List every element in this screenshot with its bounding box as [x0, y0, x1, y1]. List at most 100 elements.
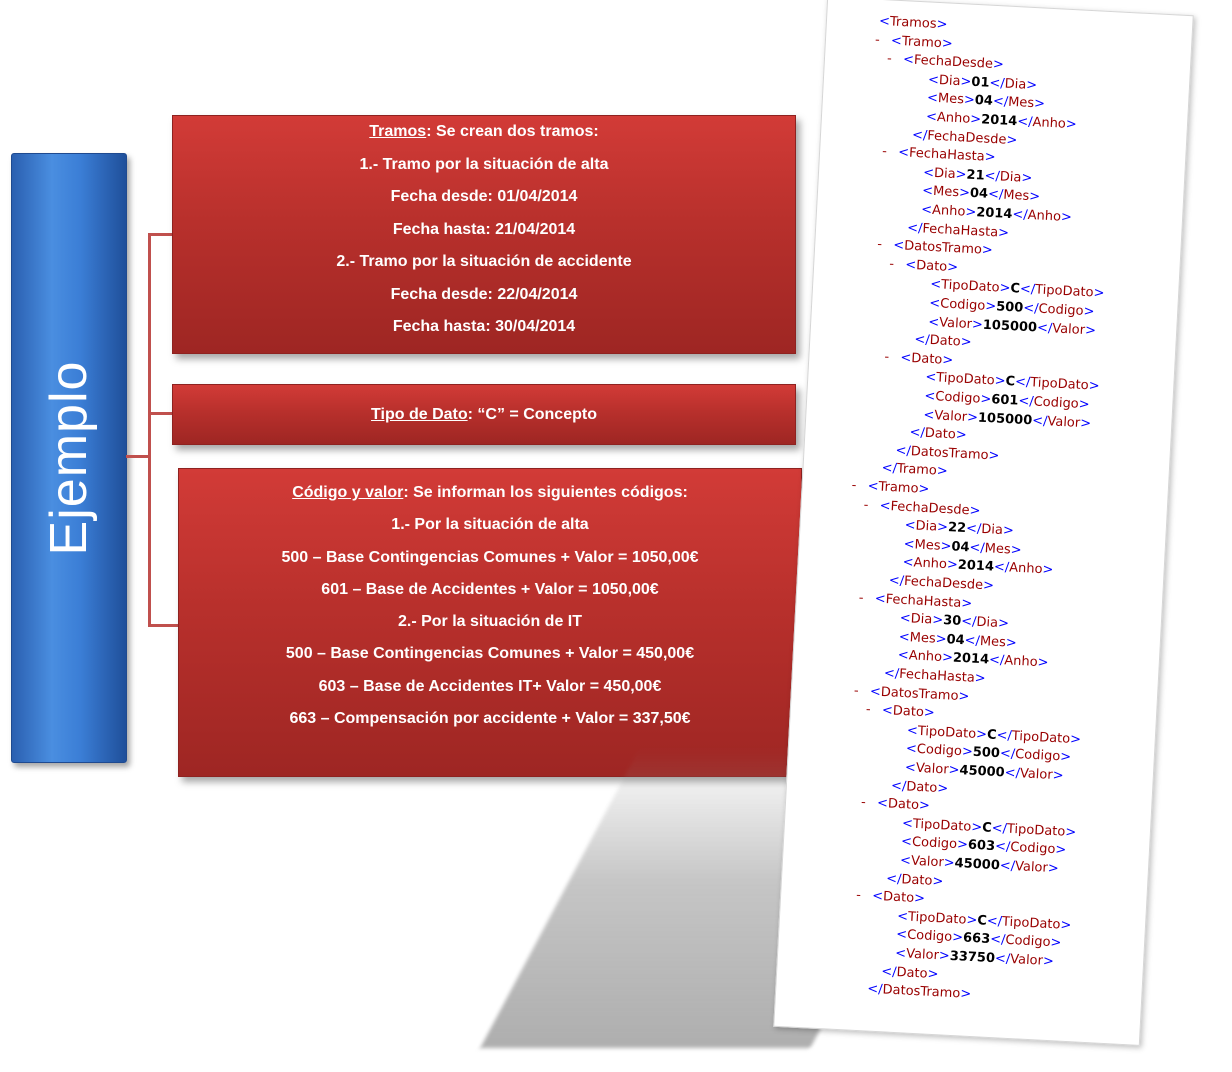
xml-bracket: > — [1050, 935, 1062, 952]
xml-value: 500 — [995, 299, 1024, 316]
xml-bracket: < — [876, 796, 889, 812]
xml-tag: Valor — [1047, 413, 1081, 431]
xml-bracket: > — [1079, 415, 1092, 432]
xml-tag: FechaDesde — [926, 128, 1007, 148]
xml-bracket: </ — [911, 127, 928, 144]
xml-bracket: > — [956, 837, 969, 854]
xml-value: 01 — [970, 74, 990, 91]
xml-tag: FechaHasta — [885, 591, 962, 611]
xml-bracket: > — [1060, 209, 1073, 226]
xml-value: 04 — [951, 539, 970, 556]
xml-bracket: < — [890, 33, 903, 49]
xml-value: 04 — [969, 186, 989, 203]
xml-tag: Valor — [905, 946, 940, 964]
xml-bracket: </ — [984, 168, 1001, 185]
xml-bracket: </ — [1004, 765, 1021, 782]
xml-tag: DatosTramo — [880, 684, 959, 704]
xml-line: <Dia>01</Dia> — [928, 72, 1038, 94]
xml-line: - <FechaDesde> — [887, 52, 1005, 73]
xml-collapse-toggle: - — [888, 256, 895, 272]
xml-bracket: < — [901, 815, 914, 832]
codigo-valor-line: 601 – Base de Accidentes + Valor = 1050,… — [321, 580, 659, 598]
xml-collapse-toggle: - — [865, 702, 872, 718]
xml-bracket: > — [1006, 132, 1018, 148]
xml-tag: Dato — [896, 964, 928, 982]
xml-line: - <Dato> — [861, 795, 931, 815]
xml-bracket: > — [958, 688, 970, 705]
xml-bracket: > — [938, 948, 951, 964]
xml-bracket: > — [960, 334, 972, 351]
xml-tag: Dato — [882, 889, 915, 907]
xml-line: - <Tramo> — [851, 478, 930, 498]
xml-collapse-toggle: - — [881, 144, 888, 160]
xml-line: </Dato> — [881, 964, 939, 983]
xml-line: </Tramo> — [881, 461, 948, 480]
xml-line: <Dia>22</Dia> — [904, 518, 1014, 540]
xml-collapse-toggle: - — [886, 51, 893, 67]
xml-bracket: > — [946, 259, 959, 276]
xml-tag: Dia — [933, 165, 956, 182]
xml-bracket: < — [900, 834, 913, 851]
connector-branch-tramos — [148, 233, 173, 236]
xml-bracket: > — [981, 242, 994, 259]
xml-bracket: < — [898, 629, 911, 646]
xml-bracket: > — [935, 631, 947, 648]
codigo-valor-line: 603 – Base de Accidentes IT+ Valor = 450… — [318, 677, 662, 695]
xml-bracket: > — [1069, 731, 1082, 748]
xml-value: 500 — [972, 745, 1001, 762]
xml-bracket: < — [899, 610, 912, 627]
connector-branch-tipo — [148, 412, 173, 415]
xml-bracket: < — [895, 927, 908, 943]
xml-value: 2014 — [957, 558, 995, 575]
xml-bracket: < — [928, 295, 941, 312]
xml-tag: Mes — [932, 184, 960, 201]
codigo-valor-line: 500 – Base Contingencias Comunes + Valor… — [285, 645, 695, 663]
xml-bracket: > — [1083, 303, 1095, 320]
xml-bracket: > — [1059, 749, 1072, 766]
xml-tag: Anho — [1003, 653, 1038, 671]
xml-bracket: </ — [913, 332, 931, 349]
xml-tag: TipoDato — [1029, 375, 1090, 394]
xml-bracket: </ — [989, 932, 1006, 949]
tramos-line: 1.- Tramo por la situación de alta — [359, 155, 609, 173]
xml-line: - <Dato> — [884, 349, 954, 369]
xml-tag: Dato — [887, 796, 920, 814]
xml-tag: Mes — [909, 630, 937, 647]
xml-line: </FechaDesde> — [888, 573, 994, 594]
xml-bracket: < — [900, 350, 912, 366]
xml-bracket: > — [1088, 378, 1100, 395]
xml-tag: Codigo — [916, 742, 963, 760]
xml-tag: Codigo — [1033, 394, 1080, 412]
xml-bracket: > — [1025, 77, 1038, 93]
xml-tag: Mes — [979, 633, 1007, 651]
xml-bracket: > — [941, 352, 954, 368]
xml-tag: Dia — [976, 614, 999, 632]
xml-tag: Tramo — [878, 479, 919, 497]
xml-bracket: </ — [1012, 207, 1029, 223]
xml-value: 04 — [946, 632, 966, 648]
xml-bracket: < — [881, 703, 894, 719]
xml-bracket: > — [936, 16, 948, 33]
xml-bracket: > — [955, 427, 968, 444]
xml-bracket: > — [941, 35, 954, 52]
xml-bracket: > — [918, 481, 930, 498]
xml-tag: Dato — [905, 778, 938, 796]
xml-bracket: > — [948, 762, 960, 779]
xml-value: 04 — [974, 93, 994, 110]
xml-bracket: </ — [991, 820, 1008, 837]
xml-bracket: > — [971, 316, 984, 333]
xml-line: - <FechaDesde> — [863, 497, 981, 519]
xml-bracket: > — [1042, 562, 1054, 579]
xml-value: 601 — [990, 392, 1019, 409]
xml-tag: Dato — [929, 333, 962, 350]
xml-tag: Codigo — [1009, 840, 1056, 858]
xml-bracket: > — [951, 930, 964, 946]
xml-line: </FechaHasta> — [907, 220, 1010, 241]
xml-tag: TipoDato — [1011, 728, 1071, 747]
xml-bracket: </ — [1022, 300, 1039, 317]
xml-bracket: > — [918, 798, 931, 814]
xml-value: 30 — [942, 613, 962, 630]
xml-bracket: > — [932, 873, 944, 889]
xml-line: <Dia>21</Dia> — [923, 165, 1033, 187]
xml-tag: Codigo — [1038, 301, 1084, 319]
